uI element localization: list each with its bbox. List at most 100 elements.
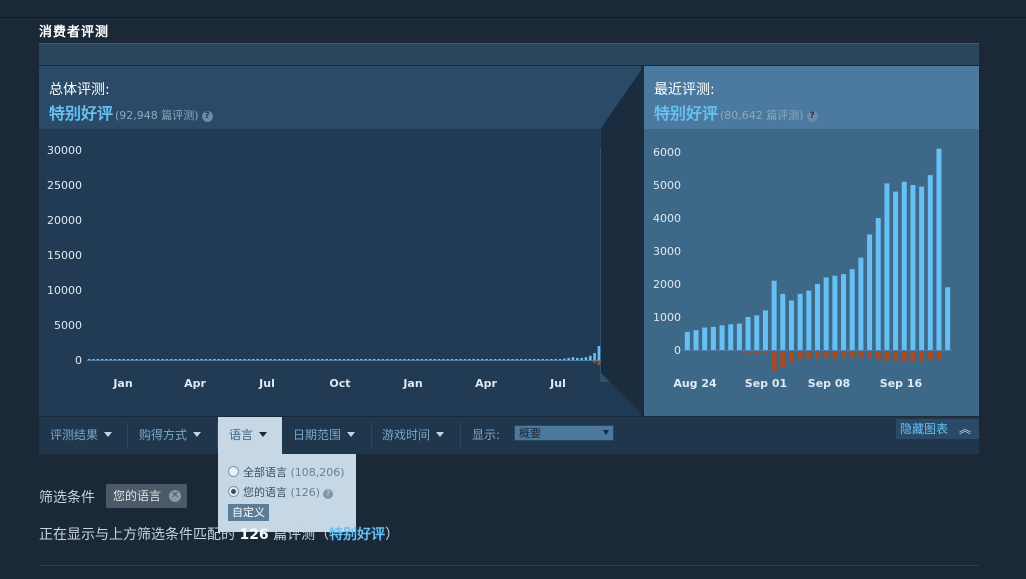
positive-bar <box>390 359 393 360</box>
positive-bar <box>92 359 95 360</box>
positive-bar <box>372 359 376 360</box>
positive-bar <box>545 359 549 360</box>
header-strip <box>39 43 979 65</box>
negative-bar <box>593 361 596 364</box>
tab-review-type-label: 评测结果 <box>50 428 99 442</box>
negative-bar <box>849 351 855 358</box>
negative-bar <box>884 351 890 361</box>
positive-bar <box>771 280 777 350</box>
positive-bar <box>191 359 195 360</box>
summary-prefix: 正在显示与上方筛选条件匹配的 <box>39 527 235 543</box>
display-select-value: 概要 <box>519 427 541 440</box>
positive-bar <box>200 359 203 360</box>
positive-bar <box>342 359 346 360</box>
positive-bar <box>325 359 329 360</box>
positive-bar <box>273 359 277 360</box>
language-option-all[interactable]: 全部语言 (108,206) <box>228 464 345 480</box>
y-tick-label: 6000 <box>653 146 681 159</box>
positive-bar <box>541 359 545 360</box>
y-tick-label: 30000 <box>47 144 82 157</box>
positive-bar <box>455 359 458 360</box>
positive-bar <box>416 359 419 360</box>
y-tick-label: 0 <box>674 344 681 357</box>
positive-bar <box>113 359 117 360</box>
tab-date-range[interactable]: 日期范围 <box>282 417 371 454</box>
tab-language[interactable]: 语言 <box>218 417 282 454</box>
negative-bar <box>901 351 907 361</box>
positive-bar <box>368 359 372 360</box>
y-tick-label: 1000 <box>653 311 681 324</box>
radio-icon[interactable] <box>228 466 239 477</box>
positive-bar <box>385 359 389 360</box>
tab-review-type[interactable]: 评测结果 <box>39 417 127 454</box>
chevron-down-icon <box>347 432 356 437</box>
negative-bar <box>771 351 777 371</box>
language-option-yours[interactable]: 您的语言 (126)? <box>228 484 334 500</box>
positive-bar <box>329 359 333 360</box>
customize-button[interactable]: 自定义 <box>228 504 269 521</box>
positive-bar <box>165 359 169 360</box>
positive-bar <box>213 359 216 360</box>
positive-bar <box>702 327 708 350</box>
positive-bar <box>554 358 558 360</box>
positive-bar <box>893 191 899 350</box>
filter-summary: 正在显示与上方筛选条件匹配的 126 篇评测（特别好评） <box>39 524 399 544</box>
language-dropdown: 全部语言 (108,206) 您的语言 (126)? 自定义 <box>218 454 356 532</box>
negative-bar <box>910 351 916 361</box>
positive-bar <box>437 359 441 360</box>
chevron-down-icon <box>193 432 202 437</box>
positive-bar <box>728 324 734 350</box>
radio-selected-icon[interactable] <box>228 486 239 497</box>
bottom-divider <box>39 565 979 566</box>
positive-bar <box>105 359 108 360</box>
positive-bar <box>208 359 212 360</box>
positive-bar <box>502 359 506 360</box>
positive-bar <box>693 330 699 350</box>
y-tick-label: 4000 <box>653 212 681 225</box>
positive-bar <box>290 359 294 360</box>
positive-bar <box>788 300 794 350</box>
language-help-icon[interactable]: ? <box>323 489 334 499</box>
recent-reviews-panel: 最近评测: 特别好评 (80,642 篇评测)? 0 1000 2000 3000 400… <box>644 66 979 416</box>
negative-bar <box>806 351 812 359</box>
tab-purchase-type[interactable]: 购得方式 <box>128 417 217 454</box>
summary-middle: 篇评测（ <box>273 527 330 543</box>
positive-bar <box>264 359 268 360</box>
positive-bar <box>381 359 385 360</box>
positive-bar <box>169 359 173 360</box>
positive-bar <box>260 359 264 360</box>
chevron-up-icon: ︽ <box>958 422 971 436</box>
positive-bar <box>377 359 380 360</box>
positive-bar <box>901 181 907 350</box>
tab-divider <box>460 423 461 448</box>
x-tick-label: Aug 24 <box>673 377 717 390</box>
section-title: 消费者评测 <box>39 25 110 40</box>
hide-graph-button[interactable]: 隐藏图表 ︽ <box>896 419 979 439</box>
positive-bar <box>182 359 186 360</box>
positive-bar <box>139 359 143 360</box>
y-tick-label: 15000 <box>47 249 82 262</box>
positive-bar <box>351 359 354 360</box>
positive-bar <box>849 269 855 350</box>
positive-bar <box>347 359 350 360</box>
negative-bar <box>893 351 899 361</box>
positive-bar <box>411 359 415 360</box>
display-select[interactable]: 概要 <box>514 425 614 441</box>
positive-bar <box>161 359 164 360</box>
language-option-yours-label: 您的语言 <box>243 486 287 499</box>
positive-bar <box>858 257 864 350</box>
tab-playtime-label: 游戏时间 <box>382 428 431 442</box>
positive-bar <box>364 359 367 360</box>
x-tick-label: Oct <box>329 377 350 390</box>
negative-bar <box>823 351 829 358</box>
summary-count: 126 <box>239 527 269 543</box>
positive-bar <box>446 359 450 360</box>
remove-filter-icon[interactable]: ✕ <box>169 490 182 502</box>
tab-playtime[interactable]: 游戏时间 <box>371 417 460 454</box>
positive-bar <box>295 359 298 360</box>
positive-bar <box>710 326 716 350</box>
positive-bar <box>745 317 751 350</box>
summary-rating[interactable]: 特别好评 <box>329 527 385 543</box>
negative-bar <box>936 351 942 360</box>
language-option-all-count: (108,206) <box>290 466 345 479</box>
